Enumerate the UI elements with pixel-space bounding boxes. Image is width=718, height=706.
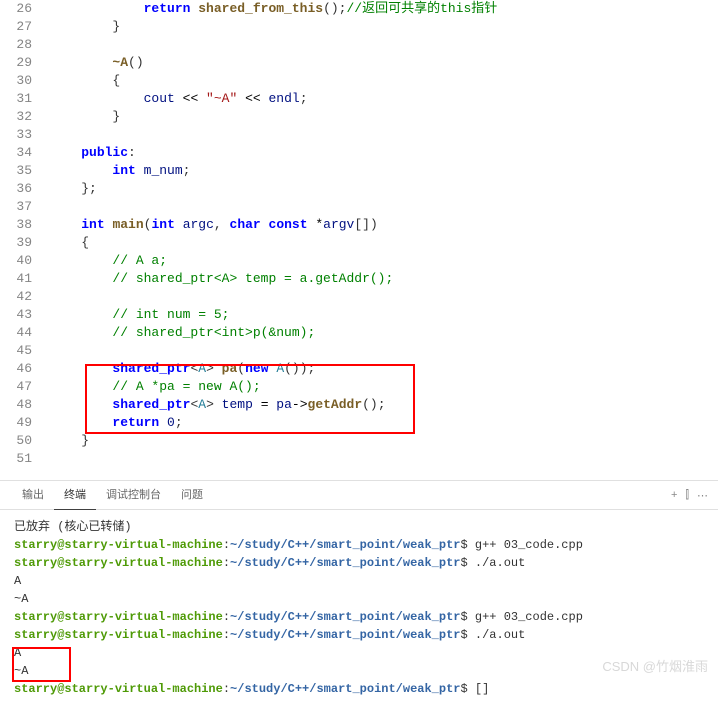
line-number: 46 [0, 360, 50, 378]
code-line[interactable]: 38 int main(int argc, char const *argv[]… [0, 216, 718, 234]
tab-terminal[interactable]: 终端 [54, 480, 96, 510]
line-number: 38 [0, 216, 50, 234]
code-line[interactable]: 34 public: [0, 144, 718, 162]
line-number: 41 [0, 270, 50, 288]
code-editor[interactable]: 26 return shared_from_this();//返回可共享的thi… [0, 0, 718, 480]
line-number: 40 [0, 252, 50, 270]
line-content: // shared_ptr<int>p(&num); [50, 324, 315, 342]
tab-debug[interactable]: 调试控制台 [96, 480, 171, 510]
code-line[interactable]: 47 // A *pa = new A(); [0, 378, 718, 396]
line-content: return 0; [50, 414, 183, 432]
line-content: } [50, 432, 89, 450]
code-line[interactable]: 41 // shared_ptr<A> temp = a.getAddr(); [0, 270, 718, 288]
line-content: // A a; [50, 252, 167, 270]
code-line[interactable]: 29 ~A() [0, 54, 718, 72]
terminal-line: starry@starry-virtual-machine:~/study/C+… [14, 554, 704, 572]
panel-actions: + ⫿ ⋯ [671, 489, 708, 502]
line-content: { [50, 72, 120, 90]
terminal-line: A [14, 572, 704, 590]
code-line[interactable]: 40 // A a; [0, 252, 718, 270]
line-number: 34 [0, 144, 50, 162]
code-line[interactable]: 50 } [0, 432, 718, 450]
code-line[interactable]: 39 { [0, 234, 718, 252]
line-number: 37 [0, 198, 50, 216]
line-number: 47 [0, 378, 50, 396]
code-line[interactable]: 51 [0, 450, 718, 468]
line-content: { [50, 234, 89, 252]
line-content: shared_ptr<A> temp = pa->getAddr(); [50, 396, 386, 414]
code-line[interactable]: 33 [0, 126, 718, 144]
line-number: 43 [0, 306, 50, 324]
line-number: 51 [0, 450, 50, 468]
line-number: 48 [0, 396, 50, 414]
terminal-line: starry@starry-virtual-machine:~/study/C+… [14, 536, 704, 554]
line-number: 31 [0, 90, 50, 108]
code-line[interactable]: 36 }; [0, 180, 718, 198]
terminal-line: ~A [14, 662, 704, 680]
line-content: return shared_from_this();//返回可共享的this指针 [50, 0, 497, 18]
line-number: 27 [0, 18, 50, 36]
line-number: 36 [0, 180, 50, 198]
code-line[interactable]: 27 } [0, 18, 718, 36]
line-number: 33 [0, 126, 50, 144]
code-line[interactable]: 48 shared_ptr<A> temp = pa->getAddr(); [0, 396, 718, 414]
line-number: 30 [0, 72, 50, 90]
line-number: 44 [0, 324, 50, 342]
line-content: // A *pa = new A(); [50, 378, 261, 396]
terminal-line: A [14, 644, 704, 662]
line-number: 50 [0, 432, 50, 450]
tab-problems[interactable]: 问题 [171, 480, 213, 510]
code-line[interactable]: 35 int m_num; [0, 162, 718, 180]
add-terminal-icon[interactable]: + [671, 489, 677, 502]
line-number: 45 [0, 342, 50, 360]
code-line[interactable]: 45 [0, 342, 718, 360]
terminal-line: ~A [14, 590, 704, 608]
terminal-line: starry@starry-virtual-machine:~/study/C+… [14, 626, 704, 644]
line-number: 26 [0, 0, 50, 18]
code-line[interactable]: 37 [0, 198, 718, 216]
line-number: 39 [0, 234, 50, 252]
line-content: int main(int argc, char const *argv[]) [50, 216, 378, 234]
code-line[interactable]: 49 return 0; [0, 414, 718, 432]
line-content: public: [50, 144, 136, 162]
line-content: } [50, 108, 120, 126]
line-number: 29 [0, 54, 50, 72]
code-line[interactable]: 46 shared_ptr<A> pa(new A()); [0, 360, 718, 378]
line-number: 49 [0, 414, 50, 432]
code-line[interactable]: 31 cout << "~A" << endl; [0, 90, 718, 108]
code-line[interactable]: 43 // int num = 5; [0, 306, 718, 324]
split-terminal-icon[interactable]: ⫿ [685, 489, 689, 502]
more-icon[interactable]: ⋯ [697, 489, 708, 502]
terminal-content[interactable]: 已放弃 (核心已转储)starry@starry-virtual-machine… [0, 510, 718, 706]
line-number: 35 [0, 162, 50, 180]
line-content: ~A() [50, 54, 144, 72]
line-content: int m_num; [50, 162, 190, 180]
code-line[interactable]: 44 // shared_ptr<int>p(&num); [0, 324, 718, 342]
tab-output[interactable]: 输出 [12, 480, 54, 510]
line-content: } [50, 18, 120, 36]
terminal-line: 已放弃 (核心已转储) [14, 518, 704, 536]
line-number: 28 [0, 36, 50, 54]
code-line[interactable]: 30 { [0, 72, 718, 90]
line-content: cout << "~A" << endl; [50, 90, 308, 108]
line-content: // int num = 5; [50, 306, 229, 324]
code-line[interactable]: 32 } [0, 108, 718, 126]
terminal-line: starry@starry-virtual-machine:~/study/C+… [14, 608, 704, 626]
code-line[interactable]: 42 [0, 288, 718, 306]
line-content: // shared_ptr<A> temp = a.getAddr(); [50, 270, 393, 288]
line-number: 42 [0, 288, 50, 306]
code-line[interactable]: 26 return shared_from_this();//返回可共享的thi… [0, 0, 718, 18]
line-content: }; [50, 180, 97, 198]
code-line[interactable]: 28 [0, 36, 718, 54]
line-number: 32 [0, 108, 50, 126]
panel-tabs: 输出 终端 调试控制台 问题 + ⫿ ⋯ [0, 480, 718, 510]
line-content: shared_ptr<A> pa(new A()); [50, 360, 315, 378]
